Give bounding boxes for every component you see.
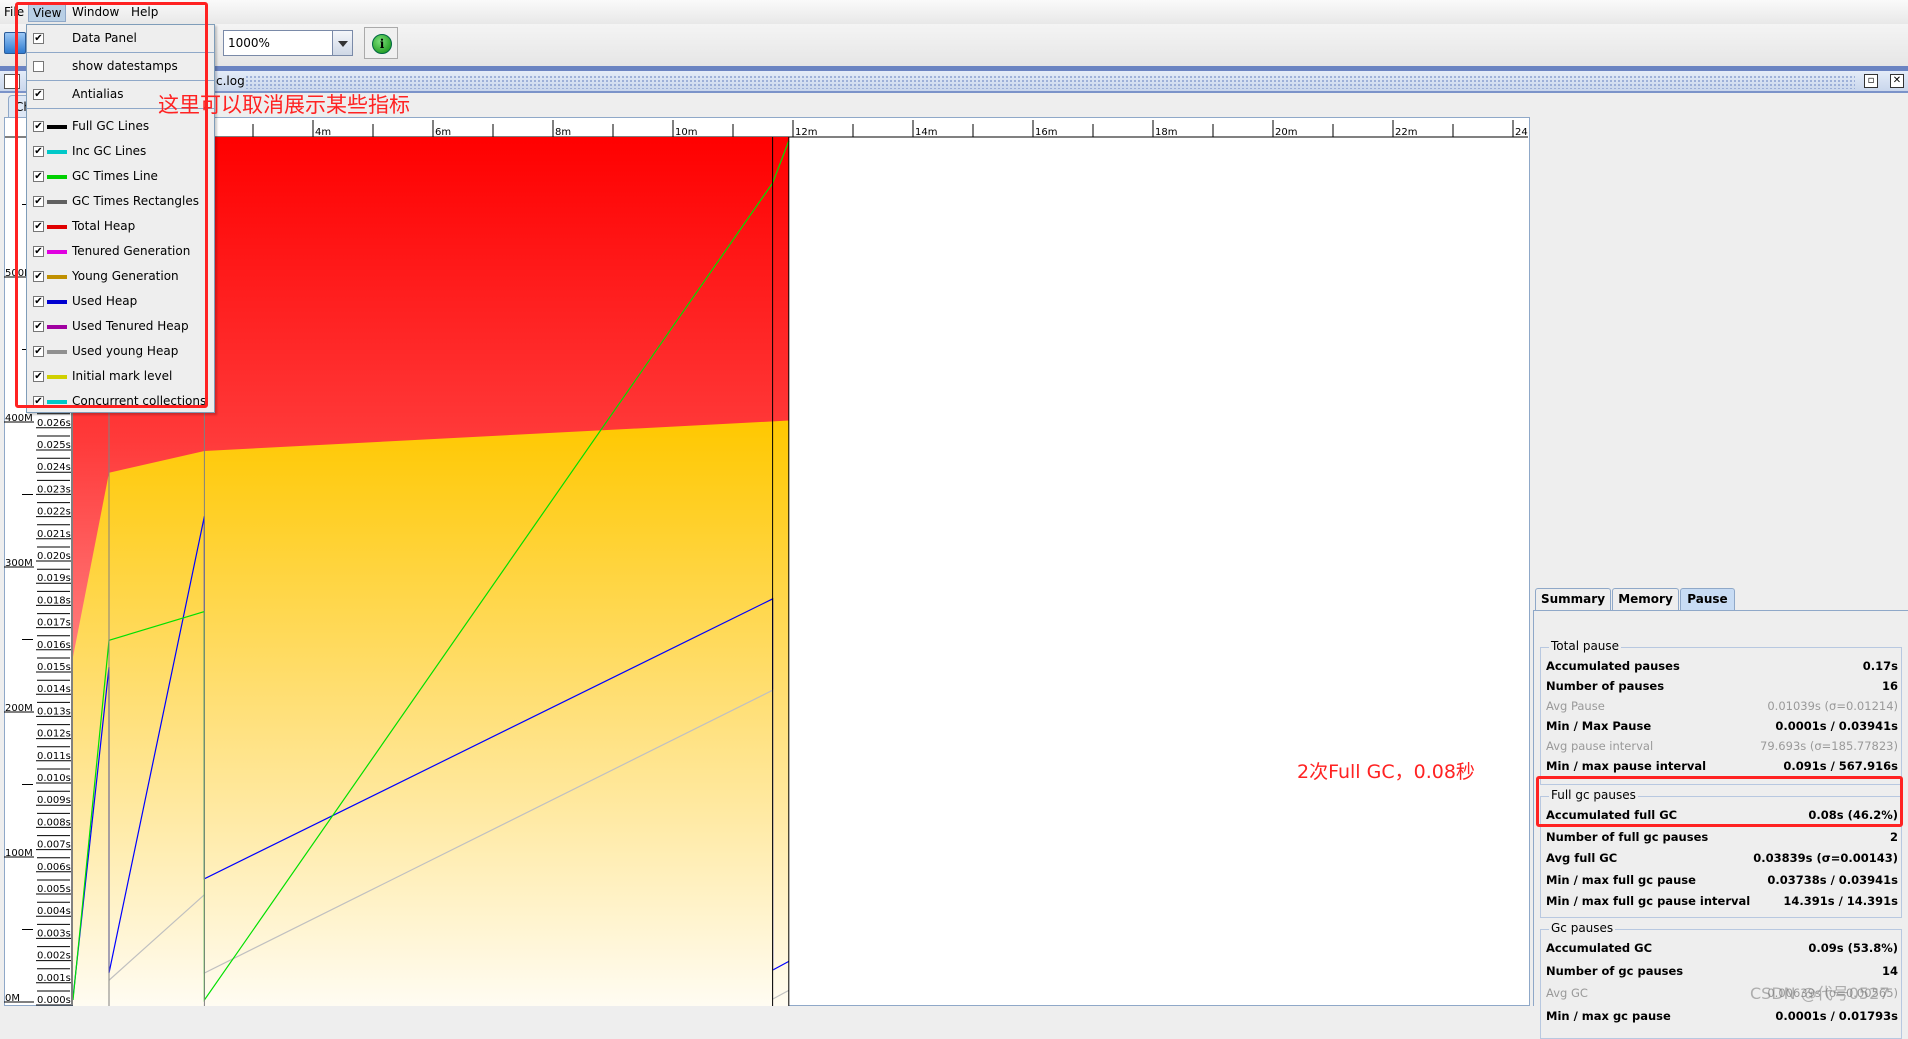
y-memory-label: 0M: [5, 993, 20, 1004]
y-time-label: 0.012s: [37, 729, 71, 740]
stat-value: 14.391s / 14.391s: [1783, 894, 1898, 908]
stat-label: Avg Pause: [1546, 699, 1605, 713]
x-tick-label: 22m: [1395, 127, 1417, 138]
stat-value: 79.693s (σ=185.77823): [1760, 739, 1898, 753]
x-tick-label: 14m: [915, 127, 937, 138]
document-name: c.log: [216, 74, 245, 88]
group-title: Gc pauses: [1549, 921, 1616, 935]
tab-memory[interactable]: Memory: [1612, 588, 1679, 610]
y-time-label: 0.018s: [37, 595, 71, 606]
annotation-box-menu: [15, 2, 208, 408]
y-time-label: 0.025s: [37, 440, 71, 451]
stat-row: Avg full GC 0.03839s (σ=0.00143): [1541, 849, 1903, 869]
time-ruler: [5, 118, 1529, 137]
stat-value: 0.03738s / 0.03941s: [1767, 872, 1898, 887]
y-time-label: 0.014s: [37, 684, 71, 695]
y-time-label: 0.013s: [37, 706, 71, 717]
x-tick-label: 10m: [675, 127, 697, 138]
stat-value: 14: [1881, 963, 1898, 978]
tab-summary[interactable]: Summary: [1535, 588, 1611, 610]
stat-value: 0.03839s (σ=0.00143): [1753, 851, 1898, 865]
y-time-label: 0.015s: [37, 662, 71, 673]
x-tick-label: 16m: [1035, 127, 1057, 138]
stat-label: Min / max gc pause: [1546, 1008, 1671, 1023]
stat-label: Avg pause interval: [1546, 739, 1654, 753]
stat-row: Number of full gc pauses 2: [1541, 828, 1903, 848]
tab-pause[interactable]: Pause: [1680, 588, 1735, 610]
y-time-label: 0.024s: [37, 462, 71, 473]
stat-value: 2: [1889, 829, 1898, 844]
stat-label: Avg full GC: [1546, 851, 1618, 865]
annotation-menu-note: 这里可以取消展示某些指标: [158, 93, 410, 117]
stat-row: Accumulated GC 0.09s (53.8%): [1541, 939, 1903, 959]
y-time-label: 0.020s: [37, 551, 71, 562]
x-tick-label: 4m: [315, 127, 331, 138]
stat-label: Number of pauses: [1546, 679, 1665, 693]
stat-row: Accumulated pauses 0.17s: [1541, 657, 1903, 677]
stat-row: Number of gc pauses 14: [1541, 962, 1903, 982]
watermark: CSDN @代号0527: [1750, 984, 1890, 1003]
stat-row: Min / max full gc pause 0.03738s / 0.0394…: [1541, 871, 1903, 891]
x-tick-label: 8m: [555, 127, 571, 138]
y-memory-label: 200M: [5, 703, 33, 714]
y-time-label: 0.007s: [37, 840, 71, 851]
stat-row: Min / max pause interval 0.091s / 567.916…: [1541, 757, 1903, 777]
stat-value: 0.0001s / 0.03941s: [1775, 719, 1898, 733]
y-time-label: 0.022s: [37, 507, 71, 518]
x-tick-label: 24: [1515, 127, 1528, 138]
y-time-label: 0.021s: [37, 529, 71, 540]
x-tick-label: 6m: [435, 127, 451, 138]
y-time-label: 0.010s: [37, 773, 71, 784]
y-time-label: 0.002s: [37, 951, 71, 962]
y-time-label: 0.026s: [37, 418, 71, 429]
y-time-label: 0.000s: [37, 995, 71, 1006]
stat-label: Min / max full gc pause interval: [1546, 894, 1751, 908]
y-time-label: 0.023s: [37, 484, 71, 495]
stat-row: Avg Pause 0.01039s (σ=0.01214): [1541, 697, 1903, 717]
y-memory-label: 300M: [5, 558, 33, 569]
y-time-label: 0.009s: [37, 795, 71, 806]
group-total-pause: Total pause Accumulated pauses 0.17s Number…: [1540, 639, 1903, 785]
y-time-label: 0.001s: [37, 973, 71, 984]
stat-label: Min / max pause interval: [1546, 759, 1707, 773]
x-tick-label: 12m: [795, 127, 817, 138]
annotation-full-gc-note: 2次Full GC，0.08秒: [1297, 761, 1475, 783]
stat-label: Number of full gc pauses: [1546, 829, 1709, 844]
y-time-label: 0.008s: [37, 817, 71, 828]
y-time-label: 0.016s: [37, 640, 71, 651]
young-generation-area: [73, 420, 789, 1006]
y-time-label: 0.006s: [37, 862, 71, 873]
y-time-label: 0.005s: [37, 884, 71, 895]
stat-label: Number of gc pauses: [1546, 963, 1684, 978]
y-time-label: 0.011s: [37, 751, 71, 762]
stat-value: 0.17s: [1862, 659, 1898, 673]
y-memory-label: 100M: [5, 848, 33, 859]
stat-value: 0.01039s (σ=0.01214): [1767, 699, 1898, 713]
stat-row: Avg pause interval 79.693s (σ=185.77823): [1541, 737, 1903, 757]
stat-value: 16: [1881, 679, 1898, 693]
stat-row: Number of pauses 16: [1541, 677, 1903, 697]
x-tick-label: 20m: [1275, 127, 1297, 138]
stat-value: 0.091s / 567.916s: [1783, 759, 1898, 773]
y-time-label: 0.019s: [37, 573, 71, 584]
y-memory-label: 400M: [5, 413, 33, 424]
stat-label: Min / max full gc pause: [1546, 872, 1696, 887]
stat-row: Min / max gc pause 0.0001s / 0.01793s: [1541, 1007, 1903, 1027]
stat-value: 0.09s (53.8%): [1808, 941, 1898, 955]
stat-row: Min / Max Pause 0.0001s / 0.03941s: [1541, 717, 1903, 737]
y-time-label: 0.003s: [37, 928, 71, 939]
stat-label: Avg GC: [1546, 986, 1588, 1000]
stat-label: Accumulated pauses: [1546, 659, 1680, 673]
stat-label: Accumulated GC: [1546, 941, 1653, 955]
x-tick-label: 18m: [1155, 127, 1177, 138]
y-time-label: 0.017s: [37, 618, 71, 629]
group-title: Total pause: [1549, 639, 1622, 653]
y-time-label: 0.004s: [37, 906, 71, 917]
annotation-box-full-gc: [1536, 776, 1903, 827]
stat-value: 0.0001s / 0.01793s: [1775, 1008, 1898, 1023]
stat-label: Min / Max Pause: [1546, 719, 1652, 733]
stat-row: Min / max full gc pause interval 14.391s …: [1541, 892, 1903, 912]
